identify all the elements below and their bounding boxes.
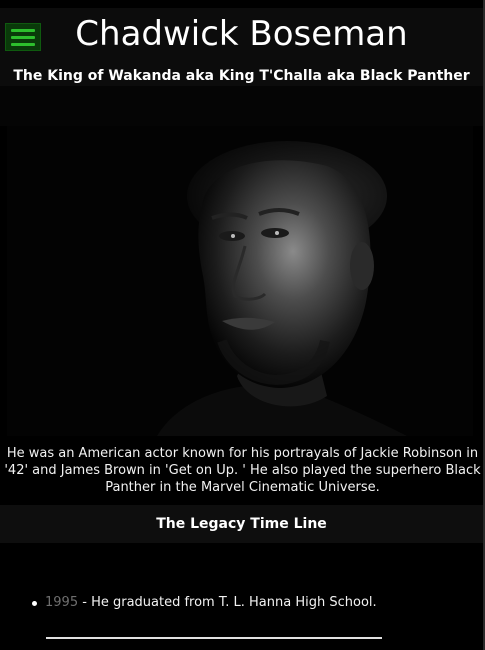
header-spacer xyxy=(0,86,483,126)
timeline-year: 1995 xyxy=(45,595,79,610)
timeline-list: 1995 - He graduated from T. L. Hanna Hig… xyxy=(0,593,483,613)
legacy-heading: The Legacy Time Line xyxy=(156,516,327,532)
portrait-image xyxy=(7,126,473,436)
timeline-text: He graduated from T. L. Hanna High Schoo… xyxy=(91,595,377,610)
bio-text: He was an American actor known for his p… xyxy=(4,446,481,495)
timeline-separator: - xyxy=(78,595,92,610)
page-subtitle: The King of Wakanda aka King T'Challa ak… xyxy=(13,68,470,84)
section-divider xyxy=(46,637,382,639)
page-header: Chadwick Boseman The King of Wakanda aka… xyxy=(0,8,483,86)
portrait-illustration xyxy=(7,126,473,436)
page-title: Chadwick Boseman xyxy=(75,14,408,54)
timeline-item: 1995 - He graduated from T. L. Hanna Hig… xyxy=(32,593,483,613)
